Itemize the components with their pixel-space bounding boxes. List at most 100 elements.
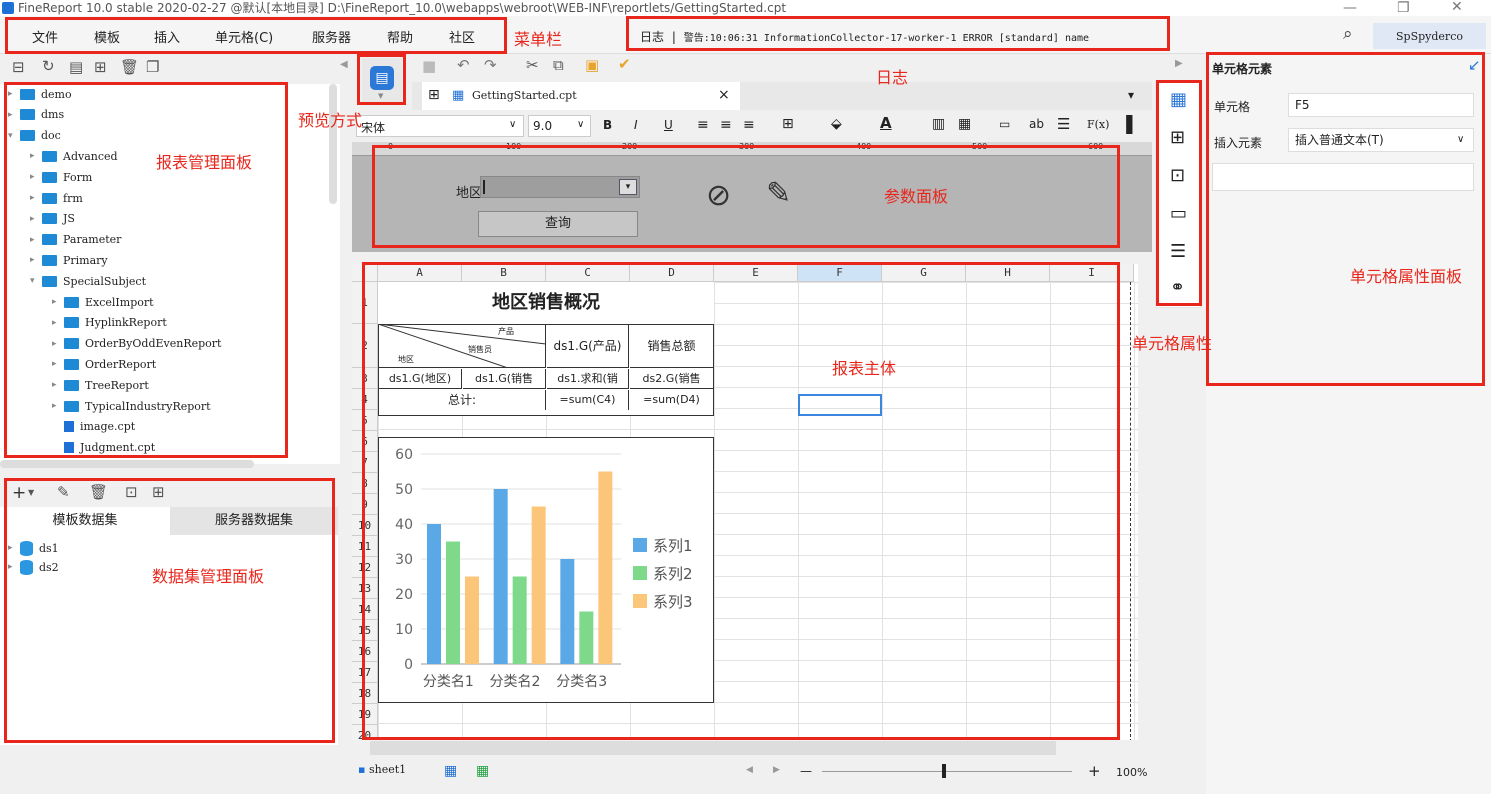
- expand-down-icon[interactable]: ▾: [8, 131, 20, 141]
- tree-scrollbar[interactable]: [329, 84, 337, 204]
- page-next-icon[interactable]: ▶: [773, 765, 780, 775]
- editor-tab[interactable]: ⊞ ▦ GettingStarted.cpt ×: [422, 82, 740, 110]
- cell-b4[interactable]: ds1.G(销售: [463, 369, 546, 389]
- italic-button[interactable]: I: [634, 118, 638, 132]
- tree-folder-item[interactable]: ▸ demo: [8, 84, 72, 104]
- search-icon[interactable]: ⌕: [1343, 26, 1353, 43]
- size-select[interactable]: 9.0 ∨: [528, 115, 591, 137]
- edit-icon[interactable]: ✎: [57, 485, 70, 500]
- column-header[interactable]: G: [882, 264, 966, 282]
- edit-param-icon[interactable]: ✎: [766, 176, 791, 211]
- row-header[interactable]: 4: [352, 389, 378, 410]
- refresh-icon[interactable]: ↻: [42, 59, 55, 74]
- expand-right-icon[interactable]: ▸: [52, 297, 64, 307]
- formula-button[interactable]: F(x): [1087, 118, 1109, 131]
- expand-down-icon[interactable]: ▾: [30, 276, 42, 286]
- dataset-item[interactable]: ▸ ds2: [8, 557, 59, 577]
- menu-insert[interactable]: 插入: [154, 27, 180, 46]
- tree-folder-item[interactable]: ▸ Advanced: [30, 146, 118, 166]
- zoom-out-button[interactable]: —: [800, 764, 812, 778]
- expand-right-icon[interactable]: ▸: [8, 110, 20, 120]
- row-header[interactable]: 17: [352, 662, 378, 683]
- tree-folder-item[interactable]: ▸ JS: [30, 209, 75, 229]
- log-bar[interactable]: 日志 | 警告:10:06:31 InformationCollector-17…: [640, 28, 1089, 45]
- editor-tab-close-icon[interactable]: ×: [718, 87, 730, 103]
- bar-系列3-分类名3[interactable]: [598, 471, 613, 665]
- tree-folder-item[interactable]: ▾ doc: [8, 126, 61, 146]
- tree-folder-item[interactable]: ▸ frm: [30, 188, 83, 208]
- user-button[interactable]: SpSpyderco: [1373, 23, 1486, 49]
- tree-folder-item[interactable]: ▸ ExcelImport: [52, 292, 154, 312]
- sheet-mode-icon[interactable]: ⊞: [428, 87, 440, 103]
- bar-系列2-分类名3[interactable]: [579, 611, 594, 665]
- content-field[interactable]: [1212, 163, 1474, 191]
- tree-folder-item[interactable]: ▸ Parameter: [30, 230, 121, 250]
- bold-button[interactable]: B: [603, 118, 612, 132]
- expand-right-icon[interactable]: ▸: [52, 401, 64, 411]
- column-header[interactable]: F: [798, 264, 882, 282]
- tree-file-item[interactable]: Judgment.cpt: [52, 438, 155, 458]
- align-right-icon[interactable]: ≡: [743, 117, 755, 133]
- close-icon[interactable]: ✕: [1451, 0, 1463, 14]
- tree-hscrollbar[interactable]: [0, 460, 254, 468]
- row-header[interactable]: 2: [352, 324, 378, 368]
- cell-total-label[interactable]: 总计:: [379, 390, 546, 410]
- tab-server-dataset[interactable]: 服务器数据集: [170, 507, 338, 535]
- delete-dataset-icon[interactable]: 🗑: [89, 485, 108, 500]
- cell-d4[interactable]: ds2.G(销售: [630, 369, 713, 389]
- expand-right-icon[interactable]: ▸: [30, 151, 42, 161]
- tree-folder-item[interactable]: ▸ TypicalIndustryReport: [52, 396, 211, 416]
- cell-attr-icon[interactable]: ⊞: [1170, 127, 1185, 148]
- sheet-tab[interactable]: ▪ sheet1: [358, 763, 406, 776]
- expand-right-icon[interactable]: ▸: [30, 235, 42, 245]
- row-header[interactable]: 18: [352, 683, 378, 704]
- cell-a4[interactable]: ds1.G(地区): [379, 369, 462, 389]
- expand-right-icon[interactable]: ▸: [8, 89, 20, 99]
- row-header[interactable]: 13: [352, 578, 378, 599]
- row-header[interactable]: 15: [352, 620, 378, 641]
- wrap-icon[interactable]: ☰: [1057, 115, 1070, 133]
- font-select[interactable]: 宋体 ∨: [356, 115, 524, 137]
- text-button[interactable]: ab: [1029, 117, 1044, 131]
- border-attr-icon[interactable]: ⊡: [1170, 165, 1185, 186]
- column-header[interactable]: E: [714, 264, 798, 282]
- merge-icon[interactable]: ▥: [932, 116, 945, 132]
- copy-icon[interactable]: ⧉: [553, 58, 564, 73]
- preview-dataset-icon[interactable]: ⊡: [125, 485, 138, 500]
- minimize-icon[interactable]: —: [1343, 1, 1357, 15]
- bar-系列1-分类名2[interactable]: [493, 489, 508, 664]
- tab-template-dataset[interactable]: 模板数据集: [0, 507, 170, 535]
- locate-icon[interactable]: ⊞: [94, 60, 107, 75]
- column-header[interactable]: A: [378, 264, 462, 282]
- menu-help[interactable]: 帮助: [387, 27, 413, 46]
- menu-file[interactable]: 文件: [32, 27, 58, 46]
- fill-color-icon[interactable]: ⬙: [831, 116, 842, 132]
- row-header[interactable]: 8: [352, 473, 378, 494]
- redo-icon[interactable]: ↷: [484, 58, 497, 73]
- cell-c3[interactable]: ds1.G(产品): [547, 325, 629, 368]
- expand-right-icon[interactable]: ▸: [52, 380, 64, 390]
- align-center-icon[interactable]: ≡: [720, 117, 732, 133]
- widget-attr-icon[interactable]: ▭: [1170, 203, 1187, 224]
- tree-folder-item[interactable]: ▸ dms: [8, 105, 64, 125]
- add-sheet-icon[interactable]: ▦: [444, 763, 457, 779]
- open-icon[interactable]: ▤: [69, 60, 83, 75]
- expand-right-icon[interactable]: ▸: [52, 339, 64, 349]
- report-title-cell[interactable]: 地区销售概况: [378, 282, 714, 324]
- pin-icon[interactable]: ↙: [1468, 56, 1481, 74]
- row-header[interactable]: 5: [352, 410, 378, 431]
- row-header[interactable]: 3: [352, 368, 378, 389]
- add-form-sheet-icon[interactable]: ▦: [476, 763, 489, 779]
- tree-folder-item[interactable]: ▸ OrderReport: [52, 354, 156, 374]
- bar-系列1-分类名3[interactable]: [560, 559, 575, 664]
- expand-right-icon[interactable]: ▸: [52, 359, 64, 369]
- zoom-slider-thumb[interactable]: [942, 764, 946, 778]
- tree-folder-item[interactable]: ▸ Primary: [30, 250, 108, 270]
- cut-icon[interactable]: ✂: [526, 58, 539, 73]
- row-header[interactable]: 14: [352, 599, 378, 620]
- cell-c5[interactable]: =sum(C4): [547, 390, 629, 410]
- row-header[interactable]: 7: [352, 452, 378, 473]
- row-header[interactable]: 1: [352, 282, 378, 324]
- sheet-hscrollbar[interactable]: [370, 741, 1056, 755]
- hide-icon[interactable]: ⊘: [706, 178, 731, 213]
